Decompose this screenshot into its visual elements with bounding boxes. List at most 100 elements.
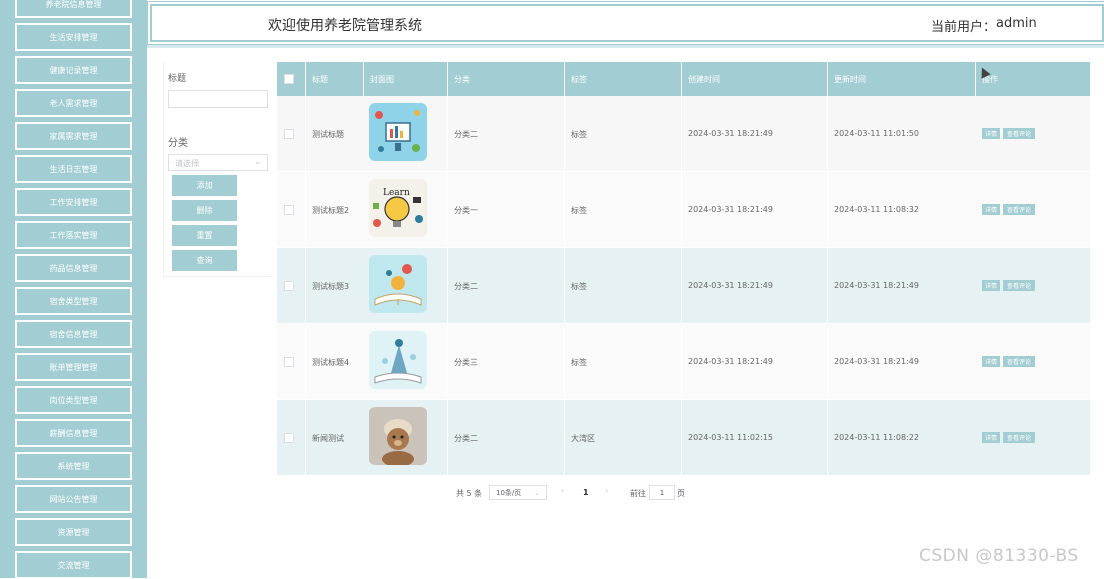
column-header-updated[interactable]: 更新时间 [827, 62, 975, 96]
goto-label: 前往 [630, 489, 646, 498]
select-all-cell [277, 62, 305, 96]
detail-button[interactable]: 详情 [982, 356, 1000, 367]
sidebar-item-announcement[interactable]: 网站公告管理 [15, 485, 132, 513]
cell-category: 分类二 [447, 248, 564, 324]
view-comments-button[interactable]: 查看评论 [1003, 432, 1035, 443]
cell-title: 测试标题 [305, 96, 363, 172]
sidebar-item-dorm-info[interactable]: 宿舍信息管理 [15, 320, 132, 348]
cover-image [369, 331, 427, 389]
sidebar-item-bill[interactable]: 账单管理管理 [15, 353, 132, 381]
cell-category: 分类一 [447, 172, 564, 248]
sidebar-item-post-type[interactable]: 岗位类型管理 [15, 386, 132, 414]
add-button[interactable]: 添加 [172, 175, 237, 196]
reset-button[interactable]: 重置 [172, 225, 237, 246]
row-checkbox[interactable] [284, 357, 294, 367]
cell-created: 2024-03-31 18:21:49 [681, 96, 827, 172]
header-divider [147, 45, 1104, 48]
page-size-select[interactable]: 10条/页 ⌄ [489, 485, 547, 500]
sidebar: 养老院信息管理 生活安排管理 健康记录管理 老人需求管理 家属需求管理 生活日志… [0, 0, 147, 579]
goto-page-value: 1 [659, 488, 665, 497]
current-user-label: 当前用户： [931, 20, 997, 35]
sidebar-item-elder-needs[interactable]: 老人需求管理 [15, 89, 132, 117]
detail-button[interactable]: 详情 [982, 128, 1000, 139]
cell-tag: 标签 [564, 172, 681, 248]
cover-image [369, 255, 427, 313]
sidebar-item-elderly-home-info[interactable]: 养老院信息管理 [15, 0, 132, 18]
column-header-cover[interactable]: 封面图 [363, 62, 447, 96]
table-row: 新闻测试 分类二 大湾区 2024-03-11 11:02:15 2024-03… [277, 400, 1090, 476]
category-select-placeholder: 请选择 [175, 159, 199, 168]
page-size-value: 10条/页 [496, 488, 522, 497]
current-user-name: admin [996, 16, 1037, 31]
pagination-total: 共 5 条 [456, 489, 483, 498]
sidebar-item-family-needs[interactable]: 家属需求管理 [15, 122, 132, 150]
page-suffix-label: 页 [677, 489, 685, 498]
detail-button[interactable]: 详情 [982, 432, 1000, 443]
column-header-created[interactable]: 创建时间 [681, 62, 827, 96]
goto-page-input[interactable]: 1 [649, 485, 675, 500]
sidebar-item-system[interactable]: 系统管理 [15, 452, 132, 480]
select-all-checkbox[interactable] [284, 74, 294, 84]
sidebar-item-dorm-type[interactable]: 宿舍类型管理 [15, 287, 132, 315]
cell-created: 2024-03-31 18:21:49 [681, 324, 827, 400]
table-row: 测试标题4 分类三 标签 2024-03-31 18:21:49 2024-03… [277, 324, 1090, 400]
filter-panel: 标题 分类 请选择 ⌄ 添加 删除 重置 查询 [163, 62, 271, 277]
prev-page-button[interactable]: ‹ [561, 486, 564, 495]
detail-button[interactable]: 详情 [982, 204, 1000, 215]
next-page-button[interactable]: › [605, 486, 608, 495]
sidebar-item-life-log[interactable]: 生活日志管理 [15, 155, 132, 183]
column-header-actions: 操作 [975, 62, 1090, 96]
category-select[interactable]: 请选择 ⌄ [168, 154, 268, 171]
column-header-title[interactable]: 标题 [305, 62, 363, 96]
title-search-input[interactable] [168, 90, 268, 108]
cell-created: 2024-03-11 11:02:15 [681, 400, 827, 476]
cell-updated: 2024-03-11 11:08:32 [827, 172, 975, 248]
watermark: CSDN @81330-BS [919, 546, 1079, 566]
row-checkbox[interactable] [284, 129, 294, 139]
column-header-category[interactable]: 分类 [447, 62, 564, 96]
sidebar-item-health-record[interactable]: 健康记录管理 [15, 56, 132, 84]
sidebar-item-medicine-info[interactable]: 药品信息管理 [15, 254, 132, 282]
detail-button[interactable]: 详情 [982, 280, 1000, 291]
sidebar-item-work-schedule[interactable]: 工作安排管理 [15, 188, 132, 216]
cell-tag: 标签 [564, 324, 681, 400]
cell-updated: 2024-03-31 18:21:49 [827, 248, 975, 324]
category-filter-label: 分类 [168, 138, 188, 149]
view-comments-button[interactable]: 查看评论 [1003, 356, 1035, 367]
search-button[interactable]: 查询 [172, 250, 237, 271]
table-row: 测试标题 分类二 标签 2024-03-31 18:21:49 2024-03-… [277, 96, 1090, 172]
top-header: 欢迎使用养老院管理系统 当前用户： admin [147, 1, 1104, 45]
title-filter-label: 标题 [168, 74, 187, 84]
cell-title: 测试标题4 [305, 324, 363, 400]
table-row: 测试标题2 Learn 分类一 标签 2024-03-31 18:21:49 2… [277, 172, 1090, 248]
delete-button[interactable]: 删除 [172, 200, 237, 221]
current-page-number[interactable]: 1 [583, 488, 589, 497]
sidebar-item-work-implementation[interactable]: 工作落实管理 [15, 221, 132, 249]
cell-title: 新闻测试 [305, 400, 363, 476]
cell-updated: 2024-03-11 11:08:22 [827, 400, 975, 476]
cell-updated: 2024-03-31 18:21:49 [827, 324, 975, 400]
row-checkbox[interactable] [284, 205, 294, 215]
data-table: 标题 封面图 分类 标签 创建时间 更新时间 操作 测试标题 分类二 标签 20… [277, 62, 1090, 476]
table-header: 标题 封面图 分类 标签 创建时间 更新时间 操作 [277, 62, 1090, 96]
sidebar-item-resource[interactable]: 资源管理 [15, 518, 132, 546]
sidebar-item-salary[interactable]: 薪酬信息管理 [15, 419, 132, 447]
sidebar-item-communication[interactable]: 交流管理 [15, 551, 132, 579]
view-comments-button[interactable]: 查看评论 [1003, 280, 1035, 291]
sidebar-item-life-arrangement[interactable]: 生活安排管理 [15, 23, 132, 51]
chevron-down-icon: ⌄ [534, 488, 540, 497]
cell-tag: 大湾区 [564, 400, 681, 476]
view-comments-button[interactable]: 查看评论 [1003, 128, 1035, 139]
page-title: 欢迎使用养老院管理系统 [268, 18, 422, 34]
svg-text:Learn: Learn [383, 188, 410, 198]
cell-created: 2024-03-31 18:21:49 [681, 172, 827, 248]
cell-category: 分类二 [447, 96, 564, 172]
cell-tag: 标签 [564, 248, 681, 324]
table-row: 测试标题3 分类二 标签 2024-03-31 18:21:49 2024-03… [277, 248, 1090, 324]
row-checkbox[interactable] [284, 281, 294, 291]
view-comments-button[interactable]: 查看评论 [1003, 204, 1035, 215]
row-checkbox[interactable] [284, 433, 294, 443]
cell-created: 2024-03-31 18:21:49 [681, 248, 827, 324]
column-header-tag[interactable]: 标签 [564, 62, 681, 96]
cell-tag: 标签 [564, 96, 681, 172]
